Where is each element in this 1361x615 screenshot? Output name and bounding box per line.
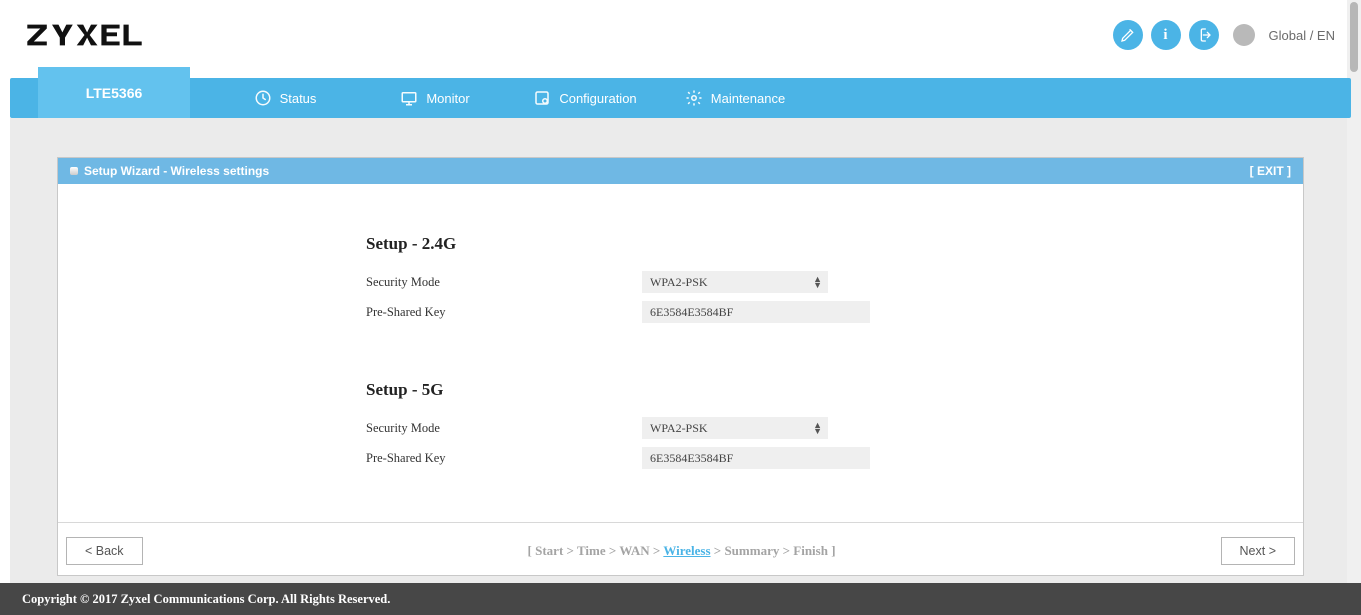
sep: > xyxy=(609,543,619,558)
input-5g-psk[interactable] xyxy=(642,447,870,469)
sep: > xyxy=(714,543,725,558)
bracket-close: ] xyxy=(831,543,835,558)
content-area: Setup Wizard - Wireless settings [ EXIT … xyxy=(10,118,1351,597)
chevron-updown-icon: ▲▼ xyxy=(813,276,822,288)
maintenance-icon xyxy=(685,89,703,107)
step-time[interactable]: Time xyxy=(577,543,606,558)
nav-status-label: Status xyxy=(280,91,317,106)
step-finish[interactable]: Finish xyxy=(793,543,828,558)
step-wan[interactable]: WAN xyxy=(619,543,649,558)
monitor-icon xyxy=(400,89,418,107)
label-5g-security-mode: Security Mode xyxy=(366,421,642,436)
panel-title: Setup Wizard - Wireless settings xyxy=(84,164,269,178)
select-5g-security-mode[interactable]: WPA2-PSK ▲▼ xyxy=(642,417,828,439)
panel-footer: < Back [ Start > Time > WAN > Wireless >… xyxy=(58,522,1303,575)
sep: > xyxy=(567,543,577,558)
nav-configuration-label: Configuration xyxy=(559,91,636,106)
nav-configuration[interactable]: Configuration xyxy=(510,78,660,118)
section-5g-heading: Setup - 5G xyxy=(366,380,1243,400)
globe-icon[interactable] xyxy=(1233,24,1255,46)
scrollbar-thumb[interactable] xyxy=(1350,2,1358,72)
header-icons: i Global / EN xyxy=(1113,20,1335,50)
collapse-icon[interactable] xyxy=(70,167,78,175)
chevron-updown-icon: ▲▼ xyxy=(813,422,822,434)
nav-monitor[interactable]: Monitor xyxy=(360,78,510,118)
label-2-4g-security-mode: Security Mode xyxy=(366,275,642,290)
next-button[interactable]: Next > xyxy=(1221,537,1295,565)
nav-monitor-label: Monitor xyxy=(426,91,469,106)
device-tab[interactable]: LTE5366 xyxy=(38,67,190,118)
nav-maintenance[interactable]: Maintenance xyxy=(660,78,810,118)
info-icon[interactable]: i xyxy=(1151,20,1181,50)
logout-icon[interactable] xyxy=(1189,20,1219,50)
label-2-4g-psk: Pre-Shared Key xyxy=(366,305,642,320)
wizard-panel: Setup Wizard - Wireless settings [ EXIT … xyxy=(57,157,1304,576)
row-5g-security-mode: Security Mode WPA2-PSK ▲▼ xyxy=(366,414,1243,442)
top-header: i Global / EN xyxy=(0,0,1361,60)
row-2-4g-security-mode: Security Mode WPA2-PSK ▲▼ xyxy=(366,268,1243,296)
label-5g-psk: Pre-Shared Key xyxy=(366,451,642,466)
step-wireless[interactable]: Wireless xyxy=(663,543,710,558)
section-2-4g: Setup - 2.4G Security Mode WPA2-PSK ▲▼ P… xyxy=(366,234,1243,326)
main-nav: LTE5366 Status Monitor Configuration xyxy=(10,78,1351,118)
language-selector[interactable]: Global / EN xyxy=(1269,28,1335,43)
nav-status[interactable]: Status xyxy=(210,78,360,118)
bracket-open: [ xyxy=(528,543,536,558)
panel-body: Setup - 2.4G Security Mode WPA2-PSK ▲▼ P… xyxy=(58,184,1303,522)
brand-logo xyxy=(26,20,143,50)
row-5g-psk: Pre-Shared Key xyxy=(366,444,1243,472)
configuration-icon xyxy=(533,89,551,107)
section-5g: Setup - 5G Security Mode WPA2-PSK ▲▼ Pre… xyxy=(366,380,1243,472)
section-2-4g-heading: Setup - 2.4G xyxy=(366,234,1243,254)
wizard-breadcrumb: [ Start > Time > WAN > Wireless > Summar… xyxy=(143,543,1221,559)
copyright-footer: Copyright © 2017 Zyxel Communications Co… xyxy=(0,583,1361,615)
select-2-4g-value: WPA2-PSK xyxy=(650,275,708,290)
sep: > xyxy=(653,543,663,558)
row-2-4g-psk: Pre-Shared Key xyxy=(366,298,1243,326)
input-2-4g-psk[interactable] xyxy=(642,301,870,323)
step-start[interactable]: Start xyxy=(535,543,563,558)
status-icon xyxy=(254,89,272,107)
select-2-4g-security-mode[interactable]: WPA2-PSK ▲▼ xyxy=(642,271,828,293)
exit-button[interactable]: [ EXIT ] xyxy=(1246,162,1295,180)
select-5g-value: WPA2-PSK xyxy=(650,421,708,436)
step-summary[interactable]: Summary xyxy=(724,543,779,558)
panel-header: Setup Wizard - Wireless settings [ EXIT … xyxy=(58,158,1303,184)
back-button[interactable]: < Back xyxy=(66,537,143,565)
wizard-icon[interactable] xyxy=(1113,20,1143,50)
nav-maintenance-label: Maintenance xyxy=(711,91,785,106)
sep: > xyxy=(783,543,794,558)
